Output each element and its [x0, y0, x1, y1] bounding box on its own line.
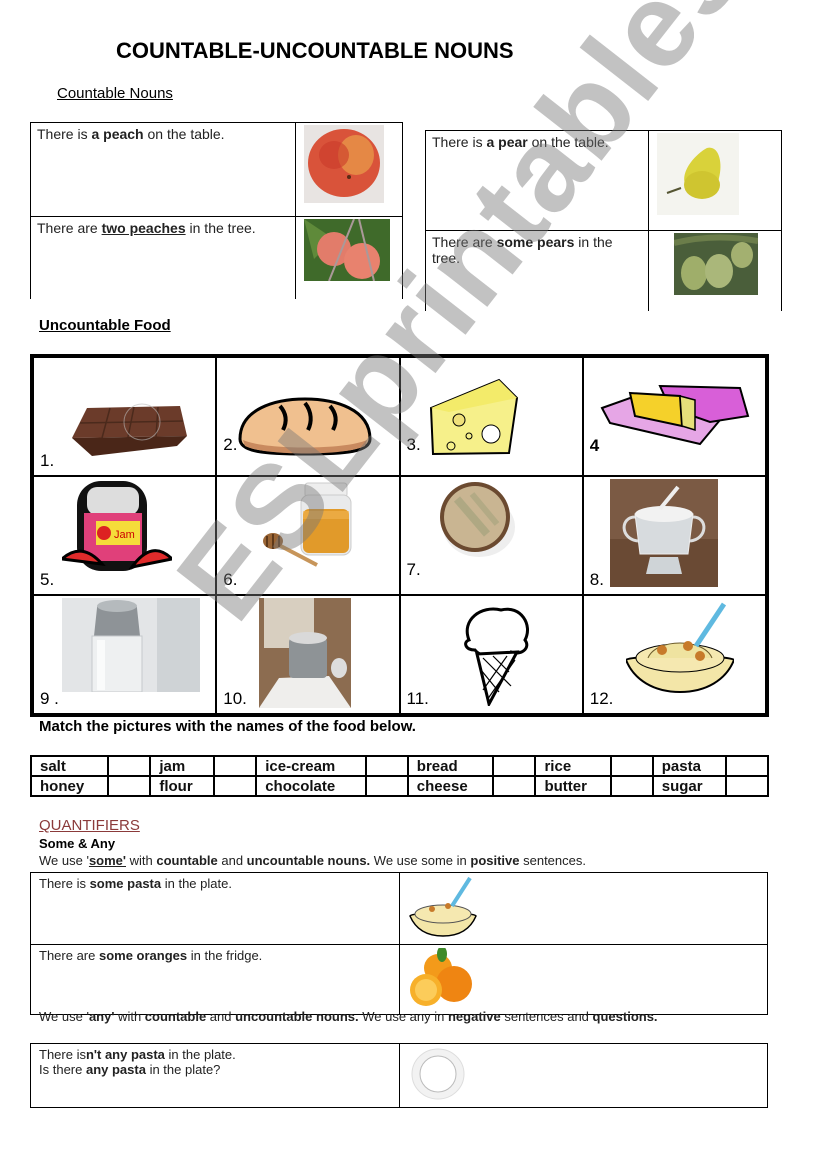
food-number: 2.: [223, 435, 238, 454]
sentence-cell: There are two peaches in the tree.: [30, 216, 296, 299]
food-name: cheese: [406, 775, 495, 797]
food-number: 11.: [406, 689, 429, 708]
some-examples-table: There is some pasta in the plate. There …: [30, 872, 768, 1015]
food-number: 6.: [223, 570, 238, 589]
food-name: salt: [29, 755, 110, 777]
food-number: 5.: [40, 570, 55, 589]
sentence-cell: There is a pear on the table.: [425, 130, 649, 231]
food-cell: 4: [582, 357, 766, 476]
bread-image: [238, 397, 372, 456]
pear-image: [648, 130, 782, 231]
match-row: salt jam ice-cream bread rice pasta: [29, 755, 769, 777]
food-number: 10.: [223, 689, 247, 708]
food-cell: 3.: [399, 357, 583, 476]
food-name: flour: [149, 775, 216, 797]
sentence-cell: There isn't any pasta in the plate. Is t…: [30, 1043, 400, 1108]
food-cell: 6.: [216, 476, 400, 595]
uncountable-food-grid: 1. 2. 3. 4 Jam 5. 6. 7. 8. 9 . 10. 11. 1…: [30, 354, 769, 717]
food-cell: 8.: [582, 476, 766, 595]
food-cell: 2.: [216, 357, 400, 476]
honey-jar-image: [263, 482, 352, 567]
butter-image: [600, 384, 750, 446]
quantifiers-heading: QUANTIFIERS: [39, 817, 140, 834]
chocolate-bar-image: [72, 403, 187, 456]
ice-cream-image: [463, 607, 529, 706]
sugar-bowl-image: [609, 479, 718, 587]
food-cell: Jam 5.: [33, 476, 217, 595]
food-cell: 10.: [216, 595, 400, 714]
answer-blank[interactable]: [609, 755, 654, 777]
cheese-image: [429, 378, 518, 456]
food-name: jam: [149, 755, 216, 777]
food-cell: 7.: [399, 476, 583, 595]
peaches-in-tree-image: [295, 216, 403, 299]
rice-bowl-image: [439, 482, 515, 557]
food-number: 12.: [589, 689, 614, 708]
uncountable-heading: Uncountable Food: [39, 317, 171, 334]
match-table: salt jam ice-cream bread rice pasta hone…: [29, 755, 769, 797]
answer-blank[interactable]: [213, 775, 258, 797]
answer-blank[interactable]: [492, 755, 537, 777]
pears-in-tree-image: [648, 230, 782, 311]
food-number: 4: [589, 436, 600, 455]
salt-shaker-image: [62, 598, 200, 692]
answer-blank[interactable]: [107, 775, 152, 797]
empty-plate-image: [399, 1043, 768, 1108]
food-cell: 12.: [582, 595, 766, 714]
match-instruction: Match the pictures with the names of the…: [39, 718, 416, 735]
food-name: pasta: [651, 755, 728, 777]
any-examples-table: There isn't any pasta in the plate. Is t…: [30, 1043, 768, 1108]
food-number: 7.: [406, 560, 421, 579]
sentence-cell: There are some oranges in the fridge.: [30, 944, 400, 1015]
food-cell: 9 .: [33, 595, 217, 714]
any-rule: We use 'any' with countable and uncounta…: [39, 1009, 658, 1024]
pasta-image: [625, 602, 734, 694]
answer-blank[interactable]: [107, 755, 152, 777]
food-cell: 11.: [399, 595, 583, 714]
food-number: 9 .: [40, 689, 59, 708]
match-row: honey flour chocolate cheese butter suga…: [29, 775, 769, 797]
food-cell: 1.: [33, 357, 217, 476]
countable-heading: Countable Nouns: [57, 85, 173, 102]
some-rule: We use 'some' with countable and uncount…: [39, 853, 586, 868]
countable-table-pear: There is a pear on the table. There are …: [425, 130, 782, 311]
food-name: bread: [406, 755, 495, 777]
pasta-plate-image: [399, 872, 768, 945]
sentence-cell: There is a peach on the table.: [30, 122, 296, 217]
food-name: ice-cream: [255, 755, 367, 777]
answer-blank[interactable]: [364, 755, 409, 777]
sentence-cell: There is some pasta in the plate.: [30, 872, 400, 945]
some-any-subheading: Some & Any: [39, 836, 116, 851]
sentence-cell: There are some pears in the tree.: [425, 230, 649, 311]
answer-blank[interactable]: [609, 775, 654, 797]
food-name: butter: [534, 775, 612, 797]
svg-text:Jam: Jam: [114, 529, 135, 541]
peach-image: [295, 122, 403, 217]
worksheet-title: COUNTABLE-UNCOUNTABLE NOUNS: [116, 38, 514, 63]
answer-blank[interactable]: [725, 755, 769, 777]
answer-blank[interactable]: [492, 775, 537, 797]
oranges-image: [399, 944, 768, 1015]
answer-blank[interactable]: [364, 775, 409, 797]
food-number: 3.: [406, 435, 421, 454]
flour-image: [259, 598, 352, 708]
food-name: honey: [29, 775, 110, 797]
jam-jar-image: Jam: [62, 481, 172, 571]
food-number: 8.: [589, 570, 604, 589]
food-number: 1.: [40, 451, 55, 470]
food-name: sugar: [651, 775, 728, 797]
food-name: rice: [534, 755, 612, 777]
answer-blank[interactable]: [213, 755, 258, 777]
answer-blank[interactable]: [725, 775, 769, 797]
countable-table-peach: There is a peach on the table. There are…: [30, 122, 403, 299]
food-name: chocolate: [255, 775, 367, 797]
